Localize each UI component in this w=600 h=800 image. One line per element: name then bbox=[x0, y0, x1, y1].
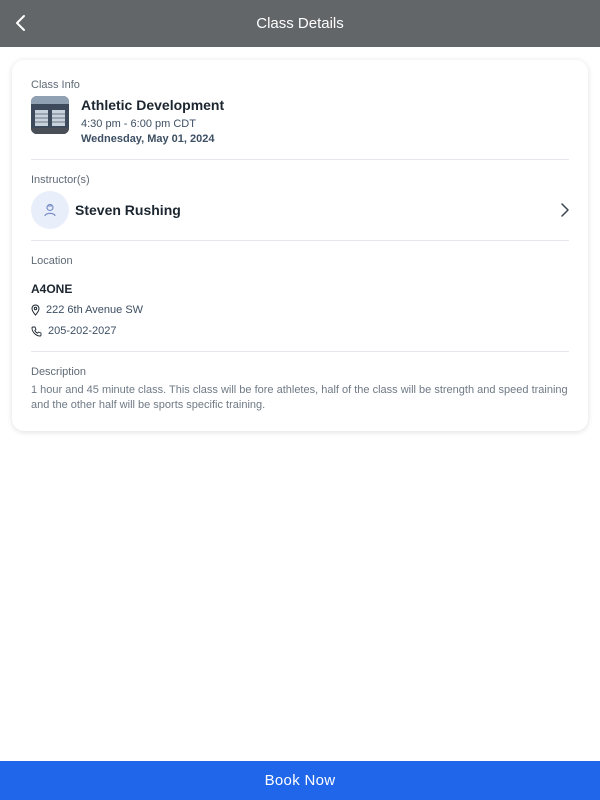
class-thumbnail bbox=[31, 96, 69, 134]
class-date: Wednesday, May 01, 2024 bbox=[81, 133, 215, 145]
class-time: 4:30 pm - 6:00 pm CDT bbox=[81, 118, 196, 130]
map-pin-icon bbox=[31, 304, 40, 316]
location-phone: 205-202-2027 bbox=[48, 325, 117, 337]
class-name: Athletic Development bbox=[81, 97, 225, 113]
divider bbox=[31, 159, 569, 160]
location-phone-row[interactable]: 205-202-2027 bbox=[31, 325, 117, 337]
location-address-row[interactable]: 222 6th Avenue SW bbox=[31, 304, 143, 316]
instructor-chevron[interactable] bbox=[556, 201, 574, 219]
divider bbox=[31, 351, 569, 352]
location-label: Location bbox=[31, 255, 73, 267]
avatar bbox=[31, 191, 69, 229]
phone-icon bbox=[31, 326, 42, 336]
page-title: Class Details bbox=[256, 15, 344, 32]
description-label: Description bbox=[31, 366, 87, 378]
instructors-label: Instructor(s) bbox=[31, 174, 90, 186]
chevron-right-icon bbox=[561, 203, 569, 217]
class-details-card: Class Info Athletic Development 4:30 pm … bbox=[12, 60, 588, 431]
description-text: 1 hour and 45 minute class. This class w… bbox=[31, 384, 568, 411]
location-name: A4ONE bbox=[31, 282, 73, 296]
book-now-button[interactable]: Book Now bbox=[0, 761, 600, 800]
header-bar: Class Details bbox=[0, 0, 600, 47]
instructor-name: Steven Rushing bbox=[75, 202, 181, 218]
divider bbox=[31, 240, 569, 241]
person-icon bbox=[44, 203, 56, 217]
class-info-label: Class Info bbox=[31, 79, 80, 91]
location-address: 222 6th Avenue SW bbox=[46, 304, 144, 316]
